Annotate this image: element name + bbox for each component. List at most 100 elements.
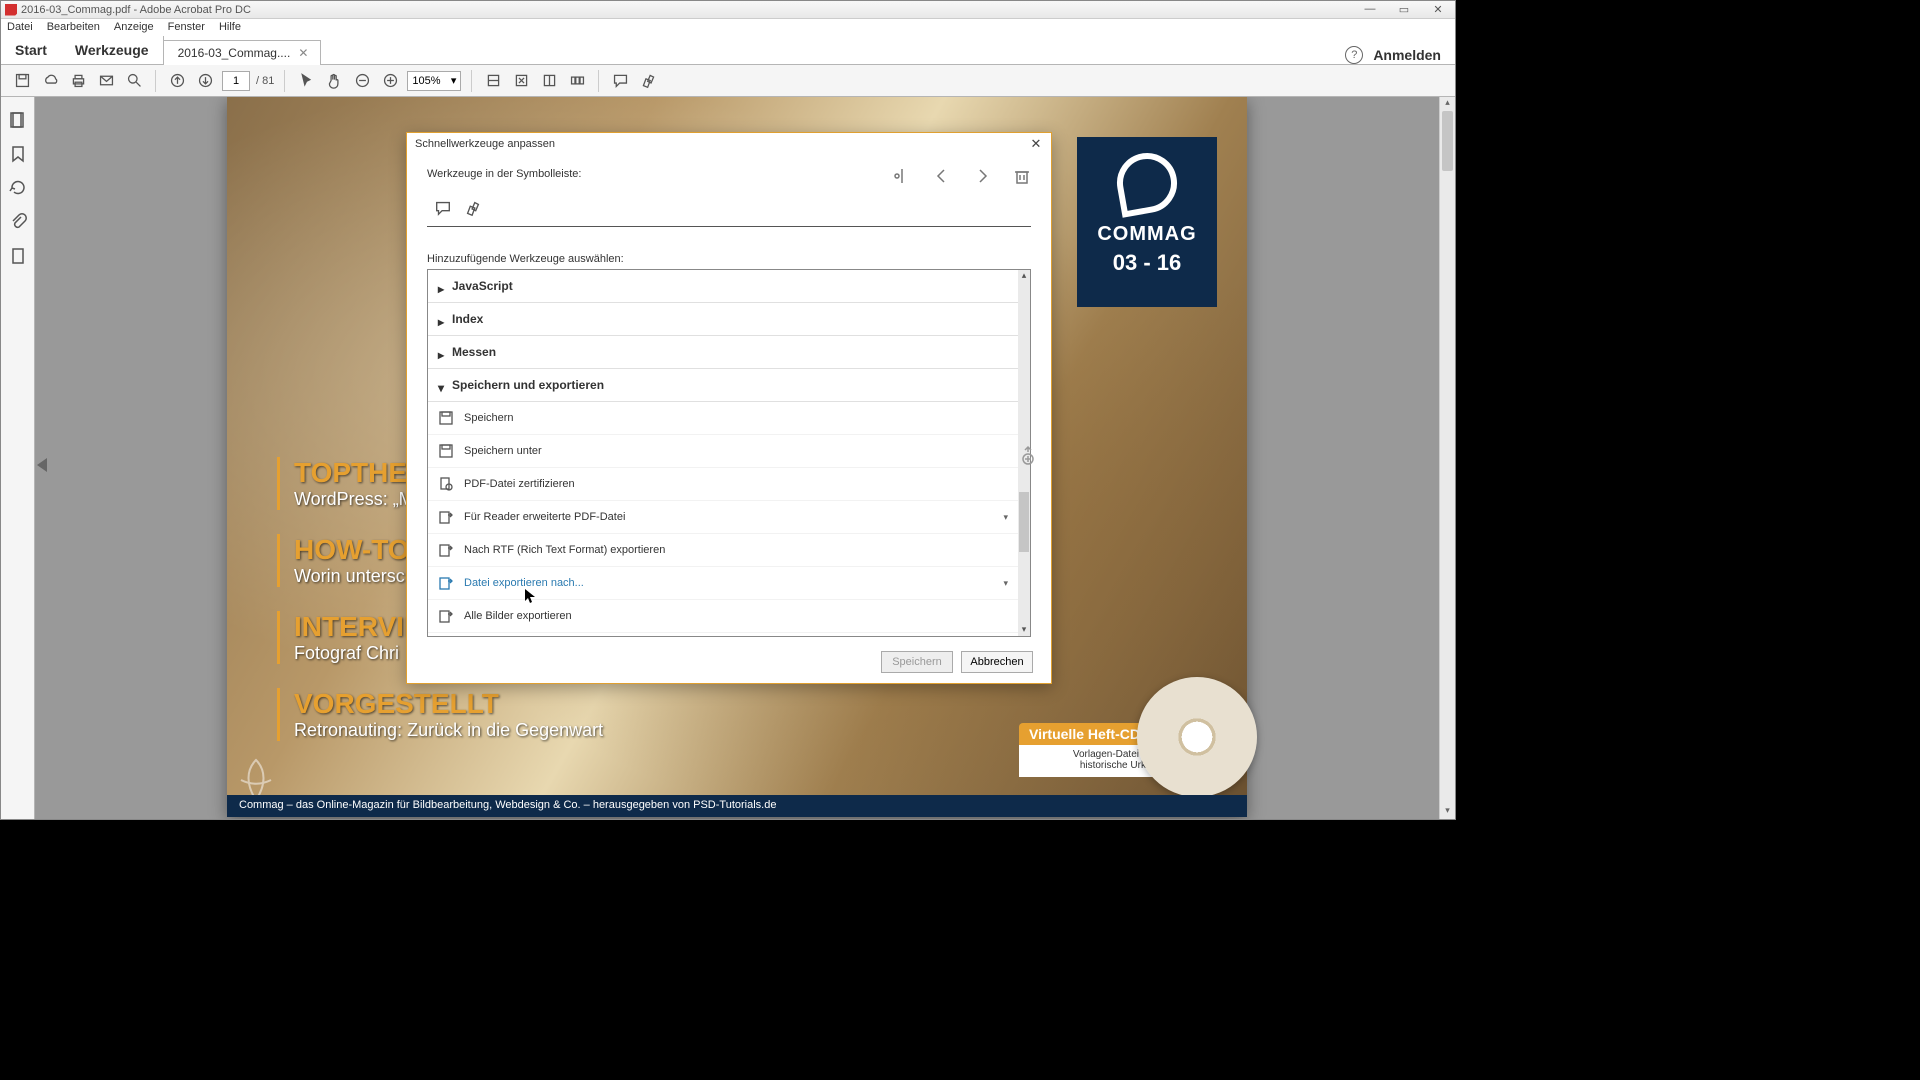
current-toolbar-tools[interactable] [427,189,1031,227]
vertical-scrollbar[interactable]: ▴ ▾ [1439,97,1455,819]
menu-view[interactable]: Anzeige [114,21,154,33]
thumbnails-icon[interactable] [9,111,27,129]
prev-page-icon[interactable] [37,458,47,472]
dialog-save-button[interactable]: Speichern [881,651,953,673]
dialog-title-bar: Schnellwerkzeuge anpassen ✕ [407,133,1051,155]
close-tab-icon[interactable]: ✕ [298,46,308,60]
close-window-button[interactable]: ✕ [1421,3,1455,16]
main-toolbar: / 81 105%▾ [1,65,1455,97]
scroll-up-icon[interactable]: ▴ [1440,97,1455,111]
document-tab-label: 2016-03_Commag.... [178,46,291,60]
delete-icon[interactable] [1013,167,1031,185]
menu-bar: Datei Bearbeiten Anzeige Fenster Hilfe [1,19,1455,35]
minimize-button[interactable]: — [1353,3,1387,16]
menu-edit[interactable]: Bearbeiten [47,21,100,33]
cd-box: Virtuelle Heft-CD Vorlagen-Datei für ein… [1019,723,1229,777]
category-save-export[interactable]: ▾Speichern und exportieren [428,369,1018,402]
menu-window[interactable]: Fenster [168,21,205,33]
page-number-input[interactable] [222,71,250,91]
window-controls: — ▭ ✕ [1353,3,1455,16]
attachment-icon[interactable] [9,213,27,231]
item-certify[interactable]: PDF-Datei zertifizieren [428,468,1018,501]
menu-file[interactable]: Datei [7,21,33,33]
chevron-down-icon: ▾ [1003,512,1008,523]
highlight-icon[interactable] [637,70,659,92]
search-icon[interactable] [123,70,145,92]
scroll-up-icon[interactable]: ▴ [1018,270,1030,282]
menu-help[interactable]: Hilfe [219,21,241,33]
chevron-down-icon: ▾ [1003,578,1008,589]
item-reader-extended[interactable]: Für Reader erweiterte PDF-Datei ▾ [428,501,1018,534]
scroll-down-icon[interactable]: ▾ [1018,624,1030,636]
tab-home[interactable]: Start [1,36,61,64]
item-export-file-to[interactable]: Datei exportieren nach... ▾ [428,567,1018,600]
toolbar-tools-label: Werkzeuge in der Symbolleiste: [427,168,581,180]
hand-icon[interactable] [323,70,345,92]
save-file-icon [438,410,454,426]
save-icon[interactable] [11,70,33,92]
cd-disc-icon [1137,677,1257,797]
item-save-as[interactable]: Speichern unter [428,435,1018,468]
export-images-icon [438,608,454,624]
pointer-icon[interactable] [295,70,317,92]
magazine-logo: COMMAG 03 - 16 [1077,137,1217,307]
highlight-tool-icon[interactable] [463,199,483,217]
category-index[interactable]: ▸Index [428,303,1018,336]
mouse-cursor [525,589,537,605]
help-icon[interactable]: ? [1345,46,1363,64]
bookmarks-icon[interactable] [9,145,27,163]
tab-bar: Start Werkzeuge 2016-03_Commag.... ✕ ? A… [1,35,1455,65]
title-bar: 2016-03_Commag.pdf - Adobe Acrobat Pro D… [1,1,1455,19]
export-rtf-icon [438,542,454,558]
close-dialog-button[interactable]: ✕ [1027,136,1045,152]
certify-icon [438,476,454,492]
move-left-icon[interactable] [933,167,951,185]
window-title: 2016-03_Commag.pdf - Adobe Acrobat Pro D… [21,4,251,16]
maximize-button[interactable]: ▭ [1387,3,1421,16]
app-icon [5,4,17,16]
item-export-rtf[interactable]: Nach RTF (Rich Text Format) exportieren [428,534,1018,567]
fit-page-icon[interactable] [510,70,532,92]
zoom-out-icon[interactable] [351,70,373,92]
mail-icon[interactable] [95,70,117,92]
app-window: 2016-03_Commag.pdf - Adobe Acrobat Pro D… [0,0,1456,820]
dialog-title: Schnellwerkzeuge anpassen [415,138,555,150]
page-icon[interactable] [9,247,27,265]
zoom-in-icon[interactable] [379,70,401,92]
save-as-icon [438,443,454,459]
page-footer: Commag – das Online-Magazin für Bildbear… [227,795,1247,817]
item-export-images[interactable]: Alle Bilder exportieren [428,600,1018,633]
page-down-icon[interactable] [194,70,216,92]
divider-icon[interactable] [893,167,911,185]
scroll-thumb[interactable] [1019,492,1029,552]
item-save[interactable]: Speichern [428,402,1018,435]
add-to-toolbar-button[interactable] [1017,445,1039,467]
comment-tool-icon[interactable] [433,199,453,217]
rotate-icon[interactable] [9,179,27,197]
add-tools-label: Hinzuzufügende Werkzeuge auswählen: [427,253,1031,265]
print-icon[interactable] [67,70,89,92]
document-tab[interactable]: 2016-03_Commag.... ✕ [163,40,322,65]
comment-icon[interactable] [609,70,631,92]
export-icon [438,509,454,525]
move-right-icon[interactable] [973,167,991,185]
page-total: / 81 [256,75,274,87]
customize-quick-tools-dialog: Schnellwerkzeuge anpassen ✕ Werkzeuge in… [406,132,1052,684]
dialog-cancel-button[interactable]: Abbrechen [961,651,1033,673]
zoom-select[interactable]: 105%▾ [407,71,461,91]
tab-tools[interactable]: Werkzeuge [61,36,164,64]
tools-tree: ▸JavaScript ▸Index ▸Messen ▾Speichern un… [427,269,1031,637]
view-mode-icon[interactable] [566,70,588,92]
login-link[interactable]: Anmelden [1373,47,1441,63]
chevron-down-icon: ▾ [451,74,457,87]
page-up-icon[interactable] [166,70,188,92]
fit-height-icon[interactable] [538,70,560,92]
category-measure[interactable]: ▸Messen [428,336,1018,369]
export-file-icon [438,575,454,591]
category-javascript[interactable]: ▸JavaScript [428,270,1018,303]
cloud-icon[interactable] [39,70,61,92]
scroll-down-icon[interactable]: ▾ [1440,805,1455,819]
left-panel [1,97,35,819]
fit-width-icon[interactable] [482,70,504,92]
scroll-thumb[interactable] [1442,111,1453,171]
